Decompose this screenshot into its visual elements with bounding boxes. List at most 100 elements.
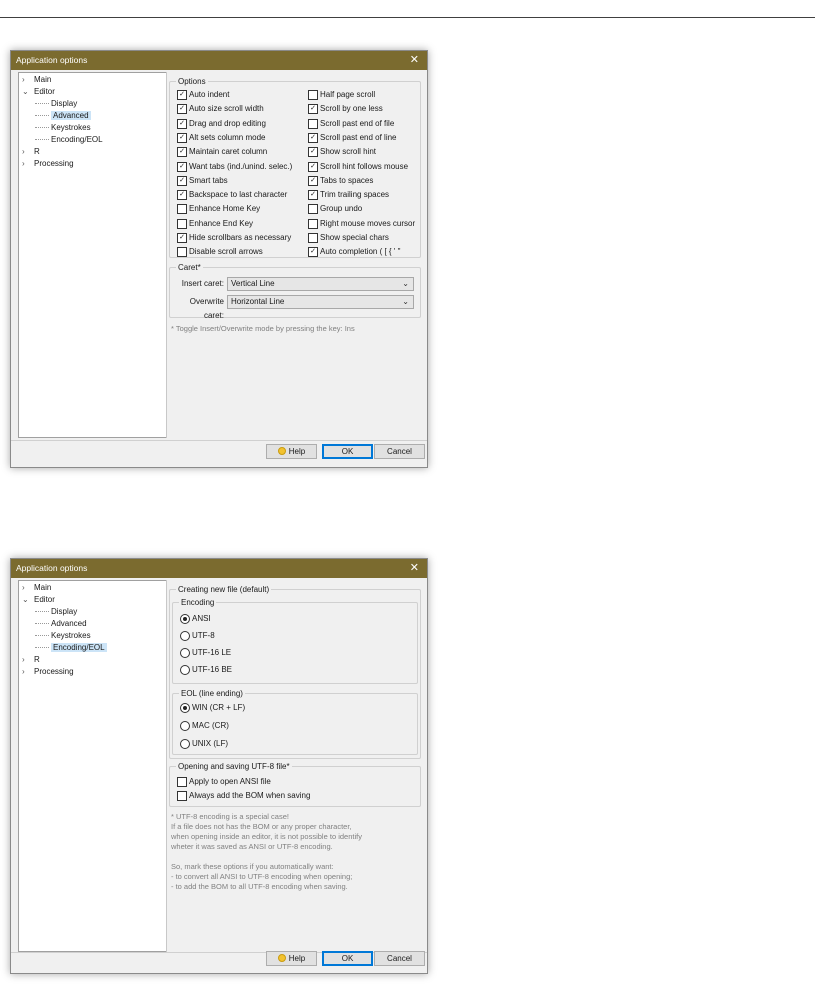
checkmark-icon: ✓ [177,90,187,100]
option-checkbox[interactable]: Enhance Home Key [177,203,260,215]
option-checkbox[interactable]: ✓ Auto size scroll width [177,103,264,115]
ok-button[interactable]: OK [322,951,373,966]
option-checkbox[interactable]: Enhance End Key [177,218,253,229]
option-radio[interactable]: UTF-8 [180,630,215,641]
options-tree: › Main ⌄ Editor Display Advanced Keystroke… [18,72,167,438]
add-bom-checkbox[interactable]: Always add the BOM when saving [177,790,310,801]
close-icon[interactable]: ✕ [410,559,419,578]
option-checkbox[interactable]: ✓ Scroll by one less [308,103,383,115]
tree-item-keystrokes[interactable]: Keystrokes [19,122,91,133]
tree-item-editor[interactable]: ⌄ Editor [22,86,55,97]
encoding-panel: Creating new file (default) Encoding ANS… [167,580,423,950]
options-tree: › Main ⌄ Editor Display Advanced Keystroke… [18,580,167,952]
chevron-right-icon[interactable]: › [22,158,34,169]
cancel-button[interactable]: Cancel [374,951,425,966]
option-checkbox[interactable]: ✓ Drag and drop editing [177,118,266,129]
option-radio[interactable]: UNIX (LF) [180,738,228,749]
checkmark-icon: ✓ [177,161,187,172]
chevron-down-icon: ⌄ [402,297,409,306]
insert-caret-label: Insert caret: [181,279,224,288]
tree-item-encoding-eol[interactable]: Encoding/EOL [19,642,107,653]
chevron-right-icon[interactable]: › [22,582,34,593]
cancel-button[interactable]: Cancel [374,444,425,459]
tree-item-display[interactable]: Display [19,606,77,617]
tree-item-processing[interactable]: › Processing [22,158,74,169]
close-icon[interactable]: ✕ [410,51,419,70]
option-checkbox[interactable]: Half page scroll [308,89,375,100]
insert-caret-select[interactable]: Vertical Line ⌄ [227,277,414,291]
checkmark-icon: ✓ [177,104,187,115]
option-radio[interactable]: MAC (CR) [180,720,229,731]
checkmark-icon: ✓ [308,175,318,186]
option-radio[interactable]: WIN (CR + LF) [180,702,245,713]
option-checkbox[interactable]: ✓ Want tabs (ind./unind. selec.) [177,161,292,172]
help-button[interactable]: Help [266,951,317,966]
utf8-note: * UTF-8 encoding is a special case! If a… [171,812,362,891]
overwrite-caret-select[interactable]: Horizontal Line ⌄ [227,295,414,309]
checkmark-icon: ✓ [177,118,187,129]
window-title: Application options [16,563,88,573]
caret-note: * Toggle Insert/Overwrite mode by pressi… [171,324,355,333]
application-options-dialog-encoding: Application options ✕ › Main ⌄ Editor Disp… [10,558,428,974]
caret-group: Caret* Insert caret: Vertical Line ⌄ Ove… [169,262,421,320]
chevron-down-icon[interactable]: ⌄ [22,86,34,97]
chevron-right-icon[interactable]: › [22,74,34,85]
tree-item-r[interactable]: › R [22,654,40,665]
chevron-down-icon: ⌄ [402,279,409,288]
overwrite-caret-label: Overwrite caret: [189,297,224,320]
radio-dot [180,665,190,675]
caret-group-title: Caret* [176,262,203,273]
option-checkbox[interactable]: Scroll past end of file [308,118,394,129]
option-checkbox[interactable]: ✓ Maintain caret column [177,146,267,158]
option-checkbox[interactable]: ✓ Auto indent [177,89,229,100]
tree-item-processing[interactable]: › Processing [22,666,74,677]
option-checkbox[interactable]: ✓ Backspace to last character [177,189,287,201]
tree-item-keystrokes[interactable]: Keystrokes [19,630,91,641]
checkmark-icon: ✓ [308,132,318,143]
checkbox-box [308,204,318,215]
chevron-down-icon[interactable]: ⌄ [22,594,34,605]
checkbox-box [177,204,187,215]
tree-item-display[interactable]: Display [19,98,77,109]
chevron-right-icon[interactable]: › [22,146,34,157]
tree-item-editor[interactable]: ⌄ Editor [22,594,55,605]
apply-ansi-checkbox[interactable]: Apply to open ANSI file [177,776,271,787]
option-checkbox[interactable]: Right mouse moves cursor [308,218,415,229]
option-checkbox[interactable]: ✓ Show scroll hint [308,146,376,158]
option-checkbox[interactable]: ✓ Scroll hint follows mouse [308,161,408,172]
chevron-right-icon[interactable]: › [22,654,34,665]
checkmark-icon: ✓ [177,233,187,243]
checkbox-box [308,118,318,129]
tree-item-r[interactable]: › R [22,146,40,157]
option-checkbox[interactable]: ✓ Hide scrollbars as necessary [177,232,291,243]
option-checkbox[interactable]: ✓ Trim trailing spaces [308,189,389,201]
option-checkbox[interactable]: ✓ Scroll past end of line [308,132,397,143]
checkmark-icon: ✓ [308,161,318,172]
option-checkbox[interactable]: ✓ Auto completion ( [ { ' " [308,246,400,258]
ok-button[interactable]: OK [322,444,373,459]
tree-item-advanced[interactable]: Advanced [19,110,91,121]
radio-dot [180,614,190,624]
options-group: Options ✓ Auto indent ✓ Auto size scroll wi… [169,76,421,258]
option-checkbox[interactable]: Show special chars [308,232,389,243]
chevron-right-icon[interactable]: › [22,666,34,677]
option-radio[interactable]: UTF-16 LE [180,647,231,658]
option-checkbox[interactable]: ✓ Smart tabs [177,175,228,186]
encoding-group-title: Encoding [179,597,217,608]
option-radio[interactable]: ANSI [180,613,211,624]
option-checkbox[interactable]: ✓ Tabs to spaces [308,175,373,186]
page-top-rule [0,17,815,18]
option-checkbox[interactable]: Group undo [308,203,362,215]
option-radio[interactable]: UTF-16 BE [180,664,232,675]
checkmark-icon: ✓ [308,247,318,258]
tree-item-encoding-eol[interactable]: Encoding/EOL [19,134,103,145]
help-button[interactable]: Help [266,444,317,459]
title-bar: Application options ✕ [11,51,427,70]
checkbox-box [177,218,187,229]
tree-item-main[interactable]: › Main [22,582,51,593]
tree-item-advanced[interactable]: Advanced [19,618,87,629]
option-checkbox[interactable]: ✓ Alt sets column mode [177,132,265,143]
option-checkbox[interactable]: Disable scroll arrows [177,246,263,258]
tree-item-main[interactable]: › Main [22,74,51,85]
utf8-group: Opening and saving UTF-8 file* Apply to … [169,761,421,807]
